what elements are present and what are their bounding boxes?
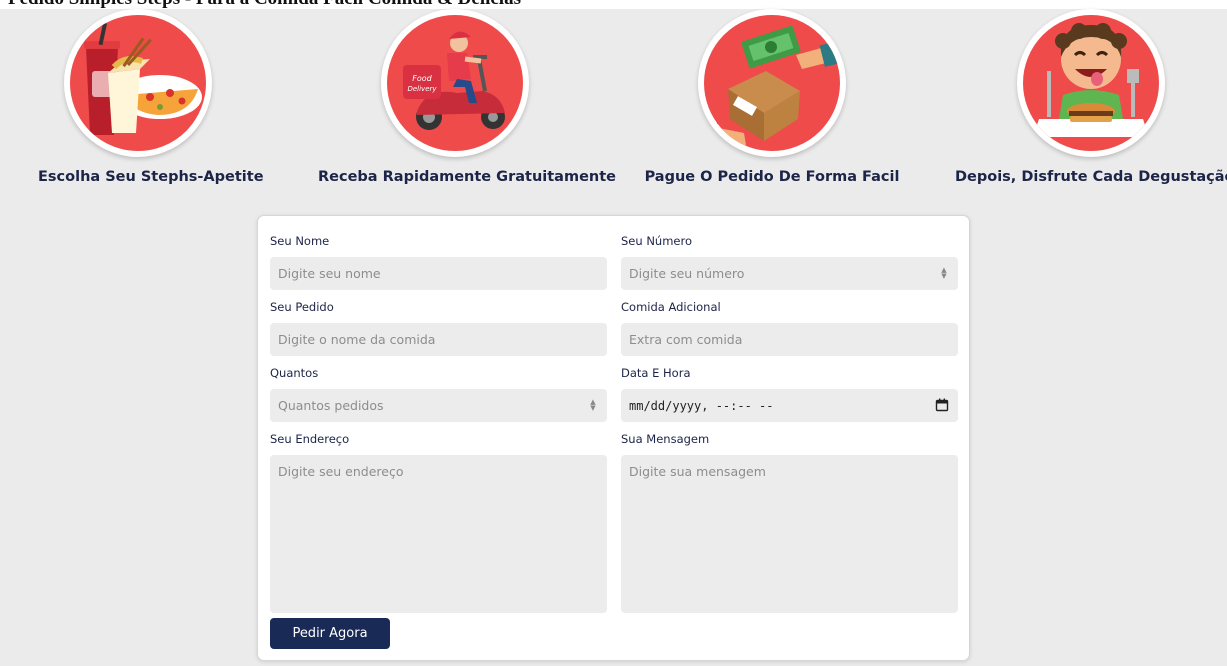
order-label: Seu Pedido (270, 300, 334, 314)
spinner-icon[interactable]: ▲ ▼ (589, 399, 597, 412)
number-placeholder: Digite seu número (629, 266, 745, 281)
address-label: Seu Endereço (270, 432, 350, 446)
number-input[interactable]: Digite seu número ▲ ▼ (621, 257, 958, 290)
step-label: Escolha Seu Stephs-Apetite (38, 169, 264, 185)
calendar-icon[interactable] (935, 398, 949, 412)
step-label: Receba Rapidamente Gratuitamente (318, 169, 616, 185)
quantity-input[interactable]: Quantos pedidos ▲ ▼ (270, 389, 607, 422)
order-form-card: Seu Nome Digite seu nome Seu Número Digi… (257, 215, 970, 661)
step-delivery: Food Delivery Receba Rapidamente Gratuit… (318, 9, 616, 185)
step-enjoy: Depois, Disfrute Cada Degustação (955, 9, 1227, 185)
order-placeholder: Digite o nome da comida (278, 332, 436, 347)
datetime-value: mm/dd/yyyy, --:-- -- (629, 398, 774, 413)
order-field: Seu Pedido Digite o nome da comida (270, 299, 607, 356)
delivery-scooter-icon: Food Delivery (381, 9, 529, 157)
message-placeholder: Digite sua mensagem (629, 464, 766, 479)
svg-text:Food: Food (412, 74, 432, 83)
datetime-input[interactable]: mm/dd/yyyy, --:-- -- (621, 389, 958, 422)
quantity-field: Quantos Quantos pedidos ▲ ▼ (270, 365, 607, 422)
food-combo-icon (64, 9, 212, 157)
name-placeholder: Digite seu nome (278, 266, 381, 281)
step-label: Pague O Pedido De Forma Facil (644, 169, 900, 185)
svg-text:Delivery: Delivery (407, 85, 437, 93)
datetime-field: Data E Hora mm/dd/yyyy, --:-- -- (621, 365, 958, 422)
quantity-placeholder: Quantos pedidos (278, 398, 384, 413)
address-field: Seu Endereço Digite seu endereço (270, 431, 607, 613)
number-label: Seu Número (621, 234, 692, 248)
spinner-icon[interactable]: ▲ ▼ (940, 267, 948, 280)
datetime-label: Data E Hora (621, 366, 691, 380)
extra-input[interactable]: Extra com comida (621, 323, 958, 356)
message-field: Sua Mensagem Digite sua mensagem (621, 431, 958, 613)
extra-field: Comida Adicional Extra com comida (621, 299, 958, 356)
payment-exchange-icon (698, 9, 846, 157)
message-textarea[interactable]: Digite sua mensagem (621, 455, 958, 613)
quantity-label: Quantos (270, 366, 319, 380)
extra-label: Comida Adicional (621, 300, 721, 314)
name-input[interactable]: Digite seu nome (270, 257, 607, 290)
name-field: Seu Nome Digite seu nome (270, 233, 607, 290)
address-textarea[interactable]: Digite seu endereço (270, 455, 607, 613)
top-strip: Pedido Simples Steps - Para a Comida Fác… (0, 0, 1227, 9)
name-label: Seu Nome (270, 234, 330, 248)
step-choose: Escolha Seu Stephs-Apetite (38, 9, 264, 185)
number-field: Seu Número Digite seu número ▲ ▼ (621, 233, 958, 290)
order-input[interactable]: Digite o nome da comida (270, 323, 607, 356)
happy-eater-icon (1017, 9, 1165, 157)
message-label: Sua Mensagem (621, 432, 710, 446)
submit-order-button[interactable]: Pedir Agora (270, 618, 390, 649)
step-payment: Pague O Pedido De Forma Facil (635, 9, 909, 185)
step-label: Depois, Disfrute Cada Degustação (955, 169, 1227, 185)
address-placeholder: Digite seu endereço (278, 464, 404, 479)
extra-placeholder: Extra com comida (629, 332, 743, 347)
